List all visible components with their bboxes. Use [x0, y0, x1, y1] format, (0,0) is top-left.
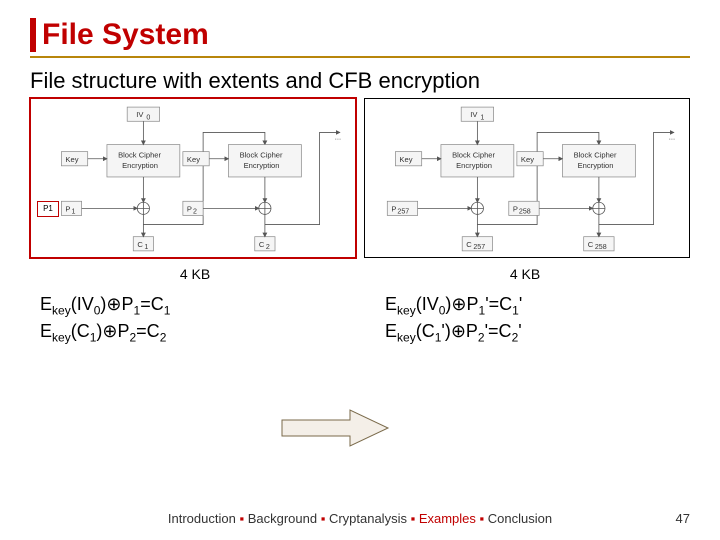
svg-text:258: 258	[595, 243, 607, 251]
svg-text:P: P	[187, 204, 192, 213]
crumb-conclusion: Conclusion	[488, 511, 552, 526]
crumb-cryptanalysis: Cryptanalysis	[329, 511, 407, 526]
slide: File System File structure with extents …	[0, 0, 720, 346]
diagram-row: P1 IV0 Block Cipher Encryption Key	[30, 98, 690, 258]
cfb-diagram-right: IV1 Block Cipher Encryption Key P257 C25…	[365, 99, 689, 261]
equations-left: Ekey(IV0)⊕P1=C1 Ekey(C1)⊕P2=C2	[30, 292, 345, 346]
sep-icon: ▪	[239, 511, 247, 526]
equations-row: Ekey(IV0)⊕P1=C1 Ekey(C1)⊕P2=C2 Ekey(IV0)…	[30, 292, 690, 346]
eq-right-1: Ekey(IV0)⊕P1'=C1'	[385, 292, 690, 319]
svg-text:1: 1	[480, 113, 484, 121]
extent-left: P1 IV0 Block Cipher Encryption Key	[30, 98, 356, 258]
title-row: File System	[30, 18, 690, 58]
svg-text:P: P	[513, 204, 518, 213]
svg-text:C: C	[588, 240, 594, 249]
svg-text:2: 2	[193, 207, 197, 215]
crumb-intro: Introduction	[168, 511, 236, 526]
slide-subtitle: File structure with extents and CFB encr…	[30, 68, 690, 94]
svg-text:C: C	[137, 240, 143, 249]
transform-arrow-icon	[280, 408, 390, 453]
sep-icon: ▪	[411, 511, 419, 526]
svg-text:Key: Key	[521, 155, 534, 164]
svg-text:Key: Key	[65, 155, 78, 164]
page-number: 47	[676, 511, 690, 526]
sep-icon: ▪	[480, 511, 488, 526]
svg-text:1: 1	[144, 243, 148, 251]
cfb-diagram-left: IV0 Block Cipher Encryption Key P1	[31, 99, 355, 261]
svg-text:258: 258	[519, 207, 531, 215]
svg-text:Encryption: Encryption	[456, 161, 492, 170]
eq-left-1: Ekey(IV0)⊕P1=C1	[40, 292, 345, 319]
svg-text:Block Cipher: Block Cipher	[452, 151, 495, 160]
eq-right-2: Ekey(C1')⊕P2'=C2'	[385, 319, 690, 346]
svg-text:Encryption: Encryption	[122, 161, 158, 170]
size-right: 4 KB	[360, 266, 690, 282]
svg-text:...: ...	[335, 133, 341, 142]
svg-text:Block Cipher: Block Cipher	[240, 151, 283, 160]
svg-text:IV: IV	[470, 110, 478, 119]
equations-right: Ekey(IV0)⊕P1'=C1' Ekey(C1')⊕P2'=C2'	[345, 292, 690, 346]
extent-right: IV1 Block Cipher Encryption Key P257 C25…	[364, 98, 690, 258]
sep-icon: ▪	[321, 511, 329, 526]
svg-text:2: 2	[266, 243, 270, 251]
title-accent	[30, 18, 36, 52]
size-left: 4 KB	[30, 266, 360, 282]
crumb-examples: Examples	[419, 511, 476, 526]
svg-text:C: C	[466, 240, 472, 249]
svg-text:1: 1	[72, 207, 76, 215]
svg-text:Key: Key	[187, 155, 200, 164]
crumb-background: Background	[248, 511, 317, 526]
size-row: 4 KB 4 KB	[30, 266, 690, 282]
eq-left-2: Ekey(C1)⊕P2=C2	[40, 319, 345, 346]
svg-text:Block Cipher: Block Cipher	[118, 151, 161, 160]
svg-text:C: C	[259, 240, 265, 249]
slide-title: File System	[42, 18, 209, 56]
svg-text:P: P	[65, 204, 70, 213]
svg-text:257: 257	[473, 243, 485, 251]
svg-text:Encryption: Encryption	[244, 161, 280, 170]
svg-text:P: P	[391, 204, 396, 213]
svg-text:0: 0	[146, 113, 150, 121]
svg-text:Encryption: Encryption	[578, 161, 614, 170]
iv-label: IV	[136, 110, 144, 119]
svg-text:...: ...	[669, 133, 675, 142]
svg-text:Key: Key	[399, 155, 412, 164]
footer-breadcrumb: Introduction ▪ Background ▪ Cryptanalysi…	[0, 511, 720, 526]
svg-text:Block Cipher: Block Cipher	[574, 151, 617, 160]
svg-text:257: 257	[397, 207, 409, 215]
